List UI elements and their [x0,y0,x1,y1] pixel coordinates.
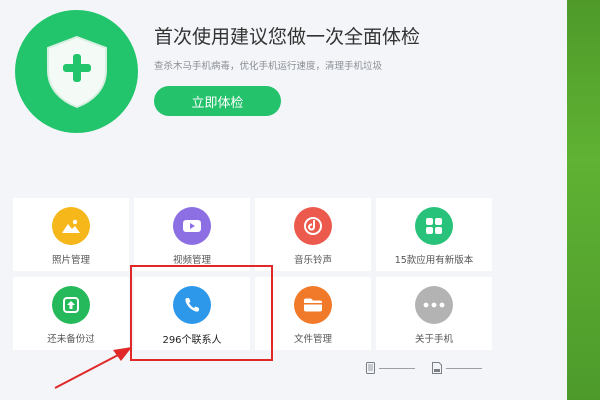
phone-storage-indicator [366,362,415,374]
apps-icon [415,207,453,245]
start-checkup-button[interactable]: 立即体检 [154,86,281,116]
music-icon [294,207,332,245]
tile-label: 照片管理 [51,255,90,266]
checkup-title: 首次使用建议您做一次全面体检 [154,26,421,48]
checkup-shield-icon[interactable] [15,10,138,133]
tile-label: 文件管理 [293,334,332,345]
tile-backup[interactable]: 还未备份过 [13,277,129,350]
tile-contacts[interactable]: 296个联系人 [134,277,250,350]
checkup-subtitle: 查杀木马手机病毒，优化手机运行速度，清理手机垃圾 [154,61,383,72]
tile-label: 还未备份过 [47,334,95,345]
phone-storage-bar [379,367,415,369]
backup-icon [52,286,90,324]
sd-storage-bar [446,367,482,369]
background-window-edge [567,0,600,400]
tile-label: 音乐铃声 [293,255,332,266]
tile-label: 15款应用有新版本 [394,255,474,266]
video-icon [173,207,211,245]
tile-label: 关于手机 [414,334,453,345]
tile-app-updates[interactable]: 15款应用有新版本 [376,198,492,271]
tile-video-management[interactable]: 视频管理 [134,198,250,271]
tile-about-phone[interactable]: 关于手机 [376,277,492,350]
phone-manager-window: 首次使用建议您做一次全面体检 查杀木马手机病毒，优化手机运行速度，清理手机垃圾 … [0,0,567,400]
more-icon [415,286,453,324]
tile-photo-management[interactable]: 照片管理 [13,198,129,271]
sd-storage-indicator [432,362,482,374]
tile-file-management[interactable]: 文件管理 [255,277,371,350]
photo-icon [52,207,90,245]
tile-label: 296个联系人 [162,335,222,346]
folder-icon [294,286,332,324]
phone-icon [173,286,211,324]
tile-label: 视频管理 [172,255,211,266]
phone-storage-icon [366,362,375,374]
tile-music-ringtones[interactable]: 音乐铃声 [255,198,371,271]
sd-card-icon [432,362,442,374]
